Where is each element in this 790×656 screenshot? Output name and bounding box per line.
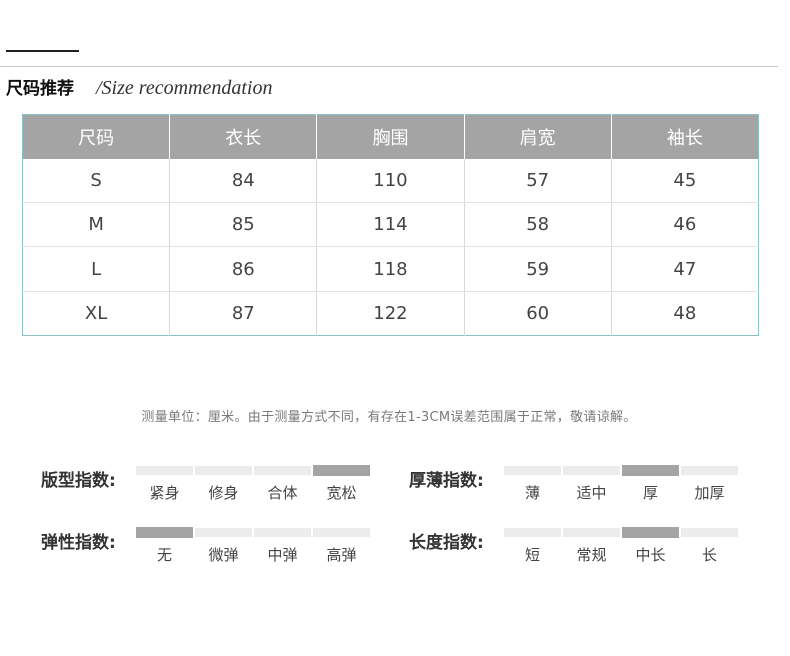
index-label: 厚薄指数: bbox=[409, 471, 484, 491]
cell: 59 bbox=[464, 246, 612, 292]
heading-accent-line bbox=[6, 50, 79, 52]
index-option-label: 微弹 bbox=[208, 546, 239, 564]
cell: 45 bbox=[611, 159, 759, 204]
cell: 122 bbox=[316, 291, 465, 336]
header-chest: 胸围 bbox=[316, 114, 465, 159]
index-bar-selected bbox=[622, 465, 679, 476]
index-option: 合体 bbox=[254, 466, 311, 508]
index-bar bbox=[563, 528, 620, 537]
index-label: 弹性指数: bbox=[41, 533, 116, 553]
index-option: 宽松 bbox=[313, 465, 370, 508]
cell: 87 bbox=[169, 291, 318, 336]
cell: 85 bbox=[169, 202, 318, 248]
index-bar bbox=[136, 466, 193, 475]
cell: 57 bbox=[464, 159, 612, 204]
heading-cn: 尺码推荐 bbox=[6, 79, 74, 99]
index-option-label: 宽松 bbox=[326, 484, 357, 502]
index-bar bbox=[681, 466, 738, 475]
header-size: 尺码 bbox=[22, 114, 171, 159]
index-label: 版型指数: bbox=[41, 471, 116, 491]
index-option: 紧身 bbox=[136, 466, 193, 508]
index-option: 微弹 bbox=[195, 528, 252, 570]
header-sleeve: 袖长 bbox=[611, 114, 759, 159]
cell: 118 bbox=[316, 246, 465, 292]
cell: 86 bbox=[169, 246, 318, 292]
index-option: 加厚 bbox=[681, 466, 738, 508]
table-header-row: 尺码 衣长 胸围 肩宽 袖长 bbox=[22, 114, 759, 159]
index-bar-selected bbox=[313, 465, 370, 476]
header-shoulder: 肩宽 bbox=[464, 114, 612, 159]
index-option-label: 修身 bbox=[208, 484, 239, 502]
index-option-label: 无 bbox=[156, 546, 172, 564]
cell: XL bbox=[22, 291, 171, 336]
index-option: 短 bbox=[504, 528, 561, 570]
index-option: 适中 bbox=[563, 466, 620, 508]
index-option: 中弹 bbox=[254, 528, 311, 570]
index-bar bbox=[254, 528, 311, 537]
index-option-label: 合体 bbox=[267, 484, 298, 502]
index-label: 长度指数: bbox=[409, 533, 484, 553]
index-option: 厚 bbox=[622, 465, 679, 508]
section-heading: 尺码推荐 /Size recommendation bbox=[6, 74, 272, 100]
index-option-label: 中长 bbox=[635, 546, 666, 564]
index-option-label: 高弹 bbox=[326, 546, 357, 564]
cell: S bbox=[22, 159, 171, 204]
table-row: S 84 110 57 45 bbox=[22, 159, 759, 204]
index-option: 长 bbox=[681, 528, 738, 570]
index-option-label: 厚 bbox=[642, 484, 658, 502]
cell: L bbox=[22, 246, 171, 292]
cell: 60 bbox=[464, 291, 612, 336]
index-option-label: 中弹 bbox=[267, 546, 298, 564]
index-bar bbox=[681, 528, 738, 537]
index-option: 修身 bbox=[195, 466, 252, 508]
index-option-label: 长 bbox=[701, 546, 717, 564]
index-option: 高弹 bbox=[313, 528, 370, 570]
index-option: 常规 bbox=[563, 528, 620, 570]
cell: 84 bbox=[169, 159, 318, 204]
cell: 58 bbox=[464, 202, 612, 248]
index-bar bbox=[254, 466, 311, 475]
heading-en: /Size recommendation bbox=[96, 77, 273, 99]
table-row: M 85 114 58 46 bbox=[22, 202, 759, 248]
index-bar-selected bbox=[136, 527, 193, 538]
index-option-label: 常规 bbox=[576, 546, 607, 564]
divider-line bbox=[0, 66, 778, 67]
cell: 110 bbox=[316, 159, 465, 204]
index-bar bbox=[195, 528, 252, 537]
table-row: L 86 118 59 47 bbox=[22, 246, 759, 292]
cell: 47 bbox=[611, 246, 759, 292]
index-bar bbox=[563, 466, 620, 475]
header-length: 衣长 bbox=[169, 114, 318, 159]
index-bar-selected bbox=[622, 527, 679, 538]
index-option-label: 紧身 bbox=[149, 484, 180, 502]
index-bar bbox=[504, 466, 561, 475]
index-option-label: 短 bbox=[524, 546, 540, 564]
index-option: 中长 bbox=[622, 527, 679, 570]
cell: 46 bbox=[611, 202, 759, 248]
size-table: 尺码 衣长 胸围 肩宽 袖长 S 84 110 57 45 M 85 114 5… bbox=[22, 114, 759, 336]
index-bar bbox=[313, 528, 370, 537]
index-option-label: 薄 bbox=[524, 484, 540, 502]
cell: 48 bbox=[673, 302, 697, 324]
index-bar bbox=[504, 528, 561, 537]
measurement-note: 测量单位：厘米。由于测量方式不同，有存在1-3CM误差范围属于正常，敬请谅解。 bbox=[141, 410, 637, 425]
index-bar bbox=[195, 466, 252, 475]
index-option-label: 加厚 bbox=[694, 484, 725, 502]
table-row: XL 87 122 60 48 bbox=[22, 291, 759, 336]
cell: M bbox=[22, 202, 171, 248]
cell: 114 bbox=[316, 202, 465, 248]
index-option: 薄 bbox=[504, 466, 561, 508]
index-option: 无 bbox=[136, 527, 193, 570]
index-option-label: 适中 bbox=[576, 484, 607, 502]
